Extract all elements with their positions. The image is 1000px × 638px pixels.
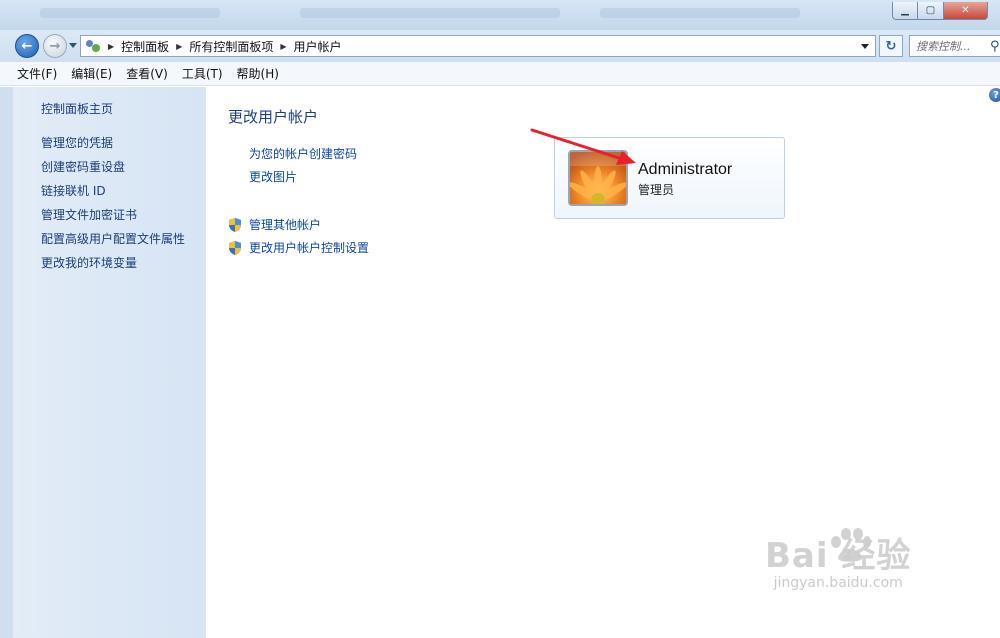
- search-box[interactable]: ⚲: [909, 35, 1000, 57]
- sidebar-item-environment-variables[interactable]: 更改我的环境变量: [41, 254, 137, 271]
- control-panel-home-link[interactable]: 控制面板主页: [41, 100, 113, 117]
- breadcrumb-all-items[interactable]: 所有控制面板项: [189, 38, 273, 55]
- minimize-button[interactable]: ▁: [892, 2, 918, 20]
- change-picture-link[interactable]: 更改图片: [249, 168, 297, 185]
- uac-shield-icon: [229, 217, 241, 232]
- sidebar-item-link-online-id[interactable]: 链接联机 ID: [41, 182, 106, 199]
- search-input[interactable]: [916, 39, 986, 53]
- back-button[interactable]: ←: [15, 34, 39, 58]
- baidu-watermark: Bai 经验 jingyan.baidu.com: [765, 528, 911, 591]
- close-icon: ✕: [961, 5, 970, 16]
- menu-bar: 文件(F) 编辑(E) 查看(V) 工具(T) 帮助(H): [0, 62, 1000, 86]
- user-accounts-icon: [85, 39, 101, 53]
- breadcrumb-separator-icon[interactable]: ▶: [280, 42, 286, 51]
- uac-shield-icon: [229, 240, 241, 255]
- menu-file[interactable]: 文件(F): [17, 65, 57, 82]
- minimize-icon: ▁: [901, 5, 909, 16]
- window-title-bar: ▁ ▢ ✕: [0, 0, 1000, 31]
- watermark-url: jingyan.baidu.com: [773, 575, 903, 591]
- refresh-button[interactable]: ↻: [879, 35, 903, 57]
- forward-button[interactable]: →: [43, 34, 67, 58]
- maximize-button[interactable]: ▢: [918, 2, 944, 20]
- manage-other-accounts-row[interactable]: 管理其他帐户: [227, 216, 321, 233]
- sidebar-item-manage-credentials[interactable]: 管理您的凭据: [41, 134, 113, 151]
- menu-help[interactable]: 帮助(H): [237, 65, 279, 82]
- maximize-icon: ▢: [925, 5, 936, 16]
- breadcrumb-control-panel[interactable]: 控制面板: [121, 38, 169, 55]
- back-arrow-icon: ←: [21, 38, 33, 54]
- annotation-arrow-icon: [530, 128, 636, 165]
- uac-settings-link[interactable]: 更改用户帐户控制设置: [249, 239, 369, 256]
- uac-settings-row[interactable]: 更改用户帐户控制设置: [227, 239, 369, 256]
- recent-pages-dropdown[interactable]: [69, 43, 77, 48]
- account-role: 管理员: [638, 183, 675, 197]
- task-pane: 控制面板主页 管理您的凭据 创建密码重设盘 链接联机 ID 管理文件加密证书 配…: [0, 87, 206, 638]
- menu-edit[interactable]: 编辑(E): [71, 65, 112, 82]
- account-name: Administrator: [638, 161, 733, 178]
- sidebar-item-advanced-profile-properties[interactable]: 配置高级用户配置文件属性: [41, 230, 185, 247]
- navigation-bar: ← → ▶ 控制面板 ▶ 所有控制面板项 ▶ 用户帐户 ↻ ⚲: [0, 30, 1000, 62]
- breadcrumb-user-accounts[interactable]: 用户帐户: [294, 38, 342, 55]
- sidebar-item-password-reset-disk[interactable]: 创建密码重设盘: [41, 158, 125, 175]
- create-password-link[interactable]: 为您的帐户创建密码: [249, 145, 357, 162]
- breadcrumb-separator-icon[interactable]: ▶: [108, 42, 114, 51]
- menu-view[interactable]: 查看(V): [126, 65, 168, 82]
- breadcrumb-separator-icon[interactable]: ▶: [176, 42, 182, 51]
- address-bar[interactable]: ▶ 控制面板 ▶ 所有控制面板项 ▶ 用户帐户: [80, 35, 876, 57]
- page-title: 更改用户帐户: [228, 108, 319, 126]
- watermark-logo: Bai 经验: [765, 536, 912, 576]
- menu-tools[interactable]: 工具(T): [182, 65, 223, 82]
- close-button[interactable]: ✕: [944, 2, 988, 20]
- address-history-dropdown[interactable]: [861, 44, 869, 49]
- blurred-background-area: [40, 8, 220, 18]
- forward-arrow-icon: →: [49, 38, 61, 54]
- refresh-icon: ↻: [885, 38, 897, 54]
- window-controls: ▁ ▢ ✕: [892, 2, 988, 20]
- help-icon[interactable]: ?: [989, 88, 1000, 102]
- blurred-background-area: [300, 8, 560, 18]
- blurred-background-area: [600, 8, 800, 18]
- search-icon[interactable]: ⚲: [990, 39, 1000, 54]
- manage-other-accounts-link[interactable]: 管理其他帐户: [249, 216, 321, 233]
- sidebar-item-file-encryption-certs[interactable]: 管理文件加密证书: [41, 206, 137, 223]
